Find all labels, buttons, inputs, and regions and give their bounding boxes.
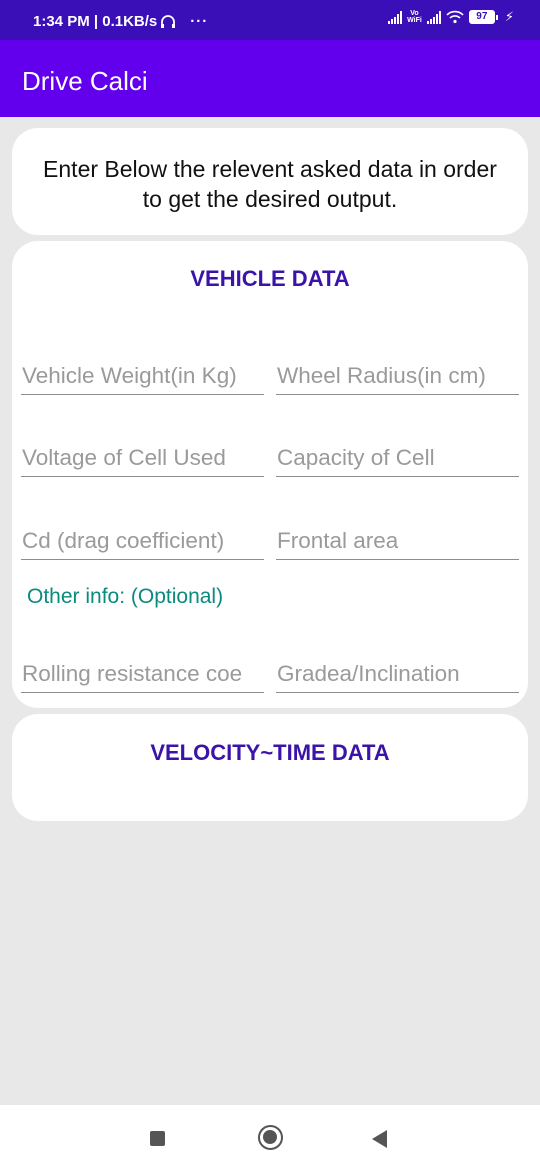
cell-capacity-input[interactable] (276, 437, 519, 471)
rolling-resistance-input[interactable] (21, 653, 264, 687)
status-time: 1:34 PM | 0.1KB/s (33, 13, 158, 30)
intro-text: Enter Below the relevent asked data in o… (43, 156, 497, 212)
vowifi-icon: Vo WiFi (407, 10, 422, 24)
wheel-radius-field[interactable] (276, 355, 519, 395)
home-icon[interactable] (258, 1125, 283, 1150)
vehicle-data-title: VEHICLE DATA (190, 266, 350, 291)
optional-info-label: Other info: (Optional) (27, 585, 224, 608)
navigation-bar (0, 1105, 540, 1170)
vehicle-weight-input[interactable] (21, 355, 264, 389)
status-bar: 1:34 PM | 0.1KB/s ··· Vo WiFi 97 ⚡︎ (0, 0, 540, 40)
velocity-time-title: VELOCITY~TIME DATA (150, 740, 390, 765)
velocity-time-card[interactable]: VELOCITY~TIME DATA (12, 714, 528, 821)
recent-apps-icon[interactable] (150, 1131, 165, 1146)
frontal-area-field[interactable] (276, 520, 519, 560)
intro-card: Enter Below the relevent asked data in o… (12, 128, 528, 235)
gradient-field[interactable] (276, 653, 519, 693)
app-bar: Drive Calci (0, 40, 540, 117)
wheel-radius-input[interactable] (276, 355, 519, 389)
drag-coefficient-input[interactable] (21, 520, 264, 554)
headset-icon (161, 14, 176, 28)
vowifi-bottom: WiFi (407, 17, 422, 24)
vehicle-weight-field[interactable] (21, 355, 264, 395)
cell-voltage-field[interactable] (21, 437, 264, 477)
status-right: Vo WiFi 97 ⚡︎ (388, 9, 514, 25)
back-icon[interactable] (372, 1130, 387, 1148)
signal-icon-2 (426, 10, 441, 24)
battery-level: 97 (468, 10, 495, 24)
app-title: Drive Calci (22, 66, 148, 96)
rolling-resistance-field[interactable] (21, 653, 264, 693)
cell-voltage-input[interactable] (21, 437, 264, 471)
vehicle-data-card: VEHICLE DATA Other info: (Optional) (12, 241, 528, 708)
cell-capacity-field[interactable] (276, 437, 519, 477)
signal-icon (388, 10, 403, 24)
drag-coefficient-field[interactable] (21, 520, 264, 560)
frontal-area-input[interactable] (276, 520, 519, 554)
gradient-input[interactable] (276, 653, 519, 687)
overflow-dots: ··· (190, 13, 209, 30)
status-left: 1:34 PM | 0.1KB/s ··· (33, 13, 208, 30)
charging-icon: ⚡︎ (504, 9, 514, 24)
vowifi-top: Vo (410, 10, 419, 17)
wifi-icon (446, 10, 464, 24)
battery-icon: 97 (468, 10, 498, 24)
